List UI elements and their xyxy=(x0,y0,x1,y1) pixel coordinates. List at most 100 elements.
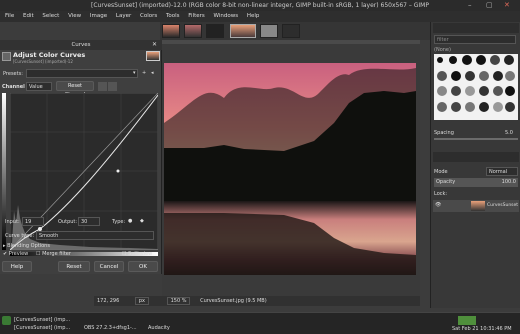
curve-type-label: Curve type: xyxy=(5,233,35,239)
sunset-image[interactable] xyxy=(164,63,416,275)
workspace-indicator[interactable] xyxy=(458,316,476,325)
output-value: 30 xyxy=(81,219,88,225)
dialog-close-icon[interactable]: ✕ xyxy=(152,41,157,48)
brush-filter-input[interactable]: filter xyxy=(434,35,516,44)
image-tab-thumb-active[interactable] xyxy=(230,24,256,38)
right-dock: filter (None) Spacing 5.0 Mode Normal Op… xyxy=(430,22,520,308)
reset-button[interactable]: Reset xyxy=(58,261,90,272)
curve-type-combo[interactable]: Smooth xyxy=(36,231,154,240)
opacity-label: Opacity xyxy=(436,179,456,185)
preset-menu-icon[interactable]: ◂ xyxy=(151,70,154,76)
presets-combo[interactable] xyxy=(26,69,138,78)
layer-row[interactable]: 👁 CurvesSunset xyxy=(433,200,519,212)
opacity-value: 100.0 xyxy=(501,179,516,185)
menu-image[interactable]: Image xyxy=(90,13,107,19)
spacing-value[interactable]: 5.0 xyxy=(505,130,513,136)
mode-value: Normal xyxy=(489,169,508,175)
channel-label: Channel xyxy=(2,84,25,90)
curves-graph[interactable] xyxy=(10,93,158,250)
split-view-label: Split view xyxy=(128,251,153,257)
zoom-selector[interactable]: 150 % xyxy=(166,297,191,305)
image-tab-thumb[interactable] xyxy=(282,24,300,38)
help-button[interactable]: Help xyxy=(2,261,32,272)
window-titlebar: [CurvesSunset] (imported)-12.0 (RGB colo… xyxy=(0,0,520,11)
preview-checkbox[interactable]: ✔ Preview xyxy=(3,251,28,257)
menu-bar: File Edit Select View Image Layer Colors… xyxy=(0,11,520,22)
menu-layer[interactable]: Layer xyxy=(116,13,131,19)
menu-select[interactable]: Select xyxy=(42,13,59,19)
status-bar: 172, 296 px 150 % CurvesSunset.jpg (9.5 … xyxy=(94,296,420,306)
presets-dropdown-icon[interactable]: ▾ xyxy=(133,70,136,76)
layer-thumbnail xyxy=(471,201,485,211)
blending-options-label: Blending Options xyxy=(7,243,50,249)
curve-type-value: Smooth xyxy=(39,233,59,239)
maximize-icon[interactable]: ▢ xyxy=(486,0,493,11)
menu-tools[interactable]: Tools xyxy=(166,13,180,19)
clock: Sat Feb 21 10:31:46 PM xyxy=(452,326,512,332)
image-tabs xyxy=(160,22,430,40)
merge-filter-checkbox[interactable]: ☐ Merge filter xyxy=(36,251,71,257)
corner-point-icon[interactable]: ◆ xyxy=(140,218,144,224)
reset-channel-button[interactable]: Reset Channel xyxy=(56,81,94,98)
output-field[interactable]: 30 xyxy=(78,217,100,226)
menu-help[interactable]: Help xyxy=(247,13,260,19)
add-preset-icon[interactable]: + xyxy=(142,70,146,76)
pointer-coords: 172, 296 xyxy=(97,298,120,304)
horizontal-ruler xyxy=(162,40,420,44)
input-field[interactable]: 19 xyxy=(22,217,44,226)
dialog-title: Adjust Color Curves xyxy=(13,51,86,59)
mode-combo[interactable]: Normal xyxy=(486,167,518,176)
curves-dialog: Curves ✕ Adjust Color Curves [CurvesSuns… xyxy=(0,40,162,274)
brush-tag-label: (None) xyxy=(434,47,451,53)
output-gradient-bar xyxy=(2,93,6,250)
start-menu-icon[interactable] xyxy=(2,316,11,325)
log-histogram-icon[interactable] xyxy=(108,82,117,91)
brush-grid[interactable] xyxy=(434,54,518,120)
eye-icon[interactable]: 👁 xyxy=(435,202,441,208)
mode-label: Mode xyxy=(434,169,448,175)
spacing-label: Spacing xyxy=(434,130,454,136)
channel-combo[interactable]: Value xyxy=(26,82,52,91)
type-label: Type: xyxy=(112,219,126,225)
lock-label: Lock: xyxy=(434,191,448,197)
status-filename: CurvesSunset.jpg (9.5 MB) xyxy=(200,298,267,304)
unit-selector[interactable]: px xyxy=(134,297,149,305)
smooth-point-icon[interactable]: ● xyxy=(128,218,132,224)
opacity-slider[interactable]: Opacity 100.0 xyxy=(434,178,518,187)
image-tab-thumb[interactable] xyxy=(184,24,202,38)
task-audacity[interactable]: Audacity xyxy=(148,324,170,333)
image-tab-thumb[interactable] xyxy=(162,24,180,38)
taskbar: [CurvesSunset] (imp... [CurvesSunset] (i… xyxy=(0,312,520,334)
menu-view[interactable]: View xyxy=(68,13,81,19)
input-value: 19 xyxy=(25,219,32,225)
output-label: Output: xyxy=(58,219,78,225)
menu-filters[interactable]: Filters xyxy=(188,13,205,19)
layer-name[interactable]: CurvesSunset xyxy=(487,203,518,208)
curves-icon xyxy=(2,52,11,61)
menu-windows[interactable]: Windows xyxy=(214,13,239,19)
dialog-subtitle: [CurvesSunset] (imported)-12 xyxy=(13,59,73,64)
presets-label: Presets: xyxy=(3,71,23,77)
brush-filter-placeholder: filter xyxy=(437,37,449,43)
dialog-header: Curves xyxy=(0,40,162,50)
image-tab-thumb[interactable] xyxy=(206,24,224,38)
minimize-icon[interactable]: – xyxy=(468,0,472,11)
image-tab-thumb[interactable] xyxy=(260,24,278,38)
split-view-checkbox[interactable]: ☐ Split view xyxy=(122,251,152,257)
task-obs[interactable]: OBS 27.2.3+dfsg1-... xyxy=(84,324,137,333)
menu-colors[interactable]: Colors xyxy=(140,13,157,19)
spacing-slider[interactable] xyxy=(434,138,518,140)
cancel-button[interactable]: Cancel xyxy=(94,261,124,272)
merge-filter-label: Merge filter xyxy=(42,251,71,257)
task-gimp-2[interactable]: [CurvesSunset] (imp... xyxy=(14,324,70,333)
blending-options-expander[interactable]: ▸ Blending Options xyxy=(3,243,50,249)
layers-dock-tabs[interactable] xyxy=(433,152,519,162)
menu-file[interactable]: File xyxy=(5,13,14,19)
linear-histogram-icon[interactable] xyxy=(98,82,107,91)
input-label: Input: xyxy=(5,219,20,225)
dock-tabs[interactable] xyxy=(433,23,519,33)
close-window-icon[interactable]: ✕ xyxy=(504,0,510,11)
dialog-preview-thumb xyxy=(146,51,160,61)
ok-button[interactable]: OK xyxy=(128,261,158,272)
menu-edit[interactable]: Edit xyxy=(23,13,34,19)
